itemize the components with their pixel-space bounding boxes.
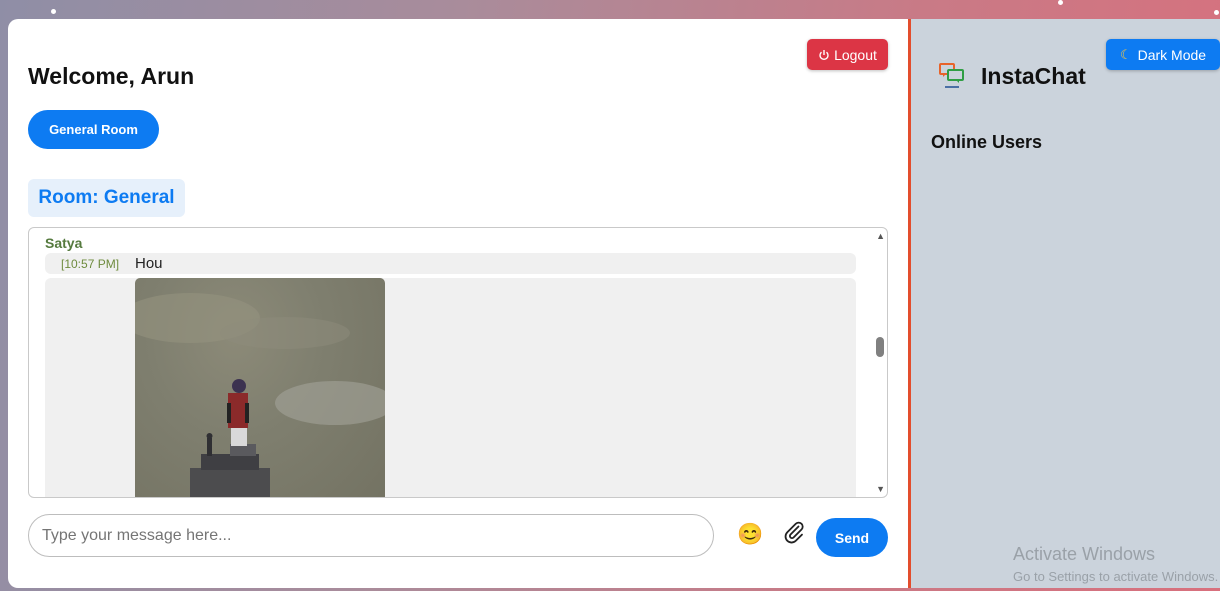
message-item: [10:57 PM] Hou	[45, 253, 856, 274]
welcome-heading: Welcome, Arun	[28, 63, 195, 89]
logout-button[interactable]: Logout	[807, 39, 888, 70]
general-room-button[interactable]: General Room	[28, 110, 159, 149]
scroll-down-arrow[interactable]: ▼	[876, 484, 885, 494]
room-title: Room: General	[28, 179, 185, 217]
moon-icon: ☾	[1119, 46, 1132, 62]
message-input[interactable]	[28, 514, 714, 557]
decorative-dot	[51, 9, 56, 14]
online-users-sidebar: ☾ Dark Mode InstaChat Online Users Activ…	[908, 19, 1220, 588]
logout-label: Logout	[834, 46, 877, 63]
chat-panel: Logout Welcome, Arun General Room Room: …	[8, 19, 908, 588]
message-sender: Satya	[45, 235, 83, 251]
send-button[interactable]: Send	[816, 518, 888, 557]
paperclip-icon[interactable]	[782, 520, 806, 544]
dark-mode-label: Dark Mode	[1137, 46, 1207, 63]
chat-logo-icon	[939, 63, 964, 88]
scrollbar-thumb[interactable]	[876, 337, 884, 357]
windows-activation-watermark: Activate Windows Go to Settings to activ…	[1013, 544, 1218, 584]
image-message-item	[45, 278, 856, 497]
message-time: [10:57 PM]	[61, 257, 120, 271]
shared-image[interactable]	[135, 278, 385, 497]
emoji-icon[interactable]: 😊	[737, 523, 763, 547]
watermark-line-1: Activate Windows	[1013, 544, 1156, 564]
watermark-line-2: Go to Settings to activate Windows.	[1013, 569, 1219, 584]
decorative-dot	[1214, 10, 1219, 15]
image-content	[135, 293, 385, 497]
power-icon	[819, 49, 829, 60]
dark-mode-button[interactable]: ☾ Dark Mode	[1106, 39, 1220, 70]
message-text: Hou	[135, 255, 163, 272]
message-list[interactable]: Satya [10:57 PM] Hou ▲ ▼	[28, 227, 888, 498]
brand-name: InstaChat	[981, 63, 1086, 89]
scroll-up-arrow[interactable]: ▲	[876, 231, 885, 241]
online-users-heading: Online Users	[931, 132, 1043, 152]
decorative-dot	[1058, 0, 1063, 5]
